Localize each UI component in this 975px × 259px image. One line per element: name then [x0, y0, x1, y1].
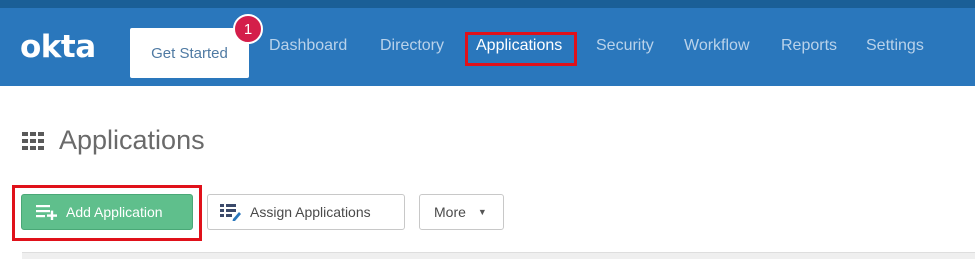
- nav-security[interactable]: Security: [596, 37, 654, 55]
- okta-logo[interactable]: okta: [20, 29, 96, 65]
- top-strip: [0, 0, 975, 8]
- nav-dashboard[interactable]: Dashboard: [269, 37, 347, 55]
- get-started-button[interactable]: Get Started: [130, 28, 249, 78]
- add-application-button[interactable]: Add Application: [21, 194, 193, 230]
- more-dropdown-button[interactable]: More ▼: [419, 194, 504, 230]
- add-application-label: Add Application: [66, 204, 163, 220]
- top-navigation-bar: okta Get Started 1 Dashboard Directory A…: [0, 8, 975, 86]
- nav-workflow[interactable]: Workflow: [684, 37, 750, 55]
- nav-directory[interactable]: Directory: [380, 37, 444, 55]
- notification-badge: 1: [233, 14, 263, 44]
- nav-applications[interactable]: Applications: [476, 37, 562, 55]
- nav-settings[interactable]: Settings: [866, 37, 924, 55]
- assign-applications-button[interactable]: Assign Applications: [207, 194, 405, 230]
- page-header: Applications: [22, 125, 205, 156]
- more-label: More: [434, 204, 466, 220]
- grid-icon: [22, 131, 46, 150]
- page-title: Applications: [59, 125, 205, 155]
- add-list-icon: [36, 205, 57, 220]
- get-started-label: Get Started: [151, 44, 228, 62]
- assign-icon: [220, 204, 241, 221]
- assign-applications-label: Assign Applications: [250, 204, 371, 220]
- caret-down-icon: ▼: [477, 207, 487, 217]
- nav-reports[interactable]: Reports: [781, 37, 837, 55]
